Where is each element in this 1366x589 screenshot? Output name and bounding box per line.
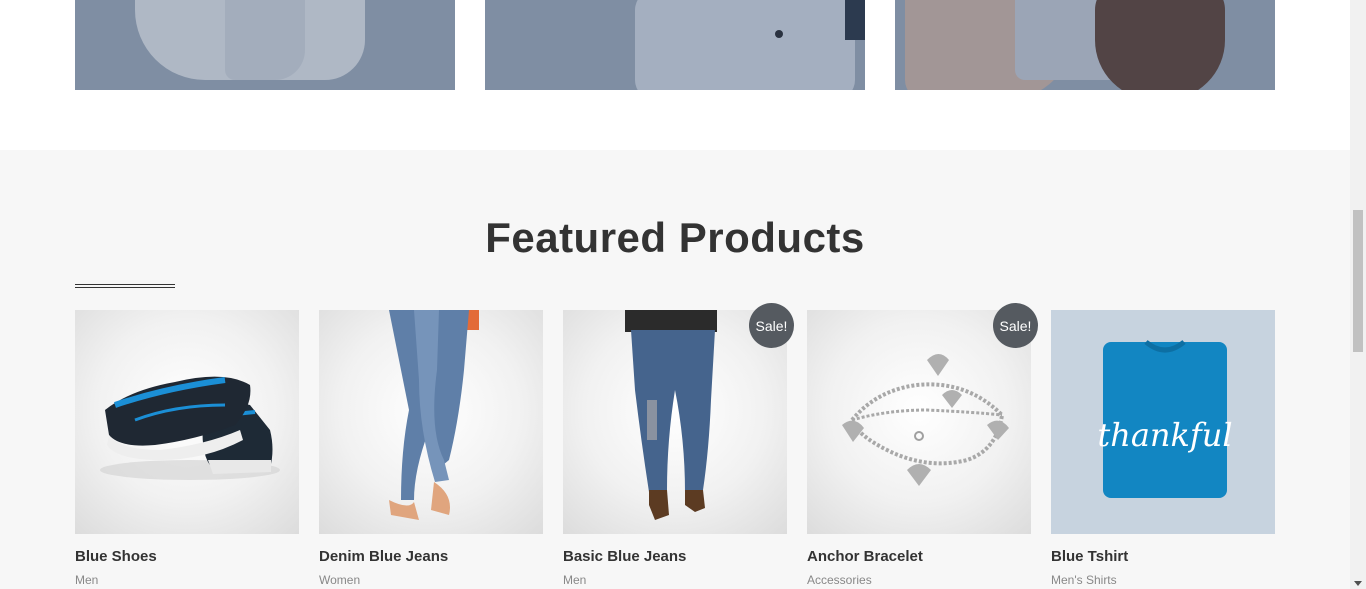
product-grid: Blue Shoes Men Denim Blue Jeans Women Sa… <box>75 303 1275 587</box>
product-card[interactable]: Sale! Basic Blue Jeans Men <box>563 303 794 587</box>
product-category[interactable]: Women <box>319 573 543 587</box>
product-name[interactable]: Blue Shoes <box>75 548 299 565</box>
banner-3-hair <box>1095 0 1225 90</box>
vertical-scrollbar[interactable] <box>1350 0 1366 589</box>
category-banner-1[interactable] <box>75 0 455 90</box>
product-card[interactable]: Blue Shoes Men <box>75 310 299 587</box>
banner-3-image <box>905 0 1075 90</box>
banner-1-fold <box>225 0 305 80</box>
tshirt-illustration: thankful <box>1097 340 1233 498</box>
scrollbar-thumb[interactable] <box>1353 210 1363 352</box>
product-category[interactable]: Accessories <box>807 573 1031 587</box>
section-title: Featured Products <box>485 214 865 261</box>
product-image-blue-tshirt[interactable]: thankful <box>1051 310 1275 534</box>
shoes-illustration <box>100 376 280 480</box>
product-category[interactable]: Men <box>75 573 299 587</box>
banner-2-jacket <box>845 0 865 40</box>
product-image-anchor-bracelet[interactable] <box>807 310 1031 534</box>
product-category[interactable]: Men's Shirts <box>1051 573 1275 587</box>
page: Featured Products Blue Shoes Men Denim B… <box>0 0 1366 589</box>
featured-products-section: Featured Products Blue Shoes Men Denim B… <box>0 150 1350 589</box>
product-image-denim-blue-jeans[interactable] <box>319 310 543 534</box>
banner-1-image <box>135 0 365 80</box>
banner-2-image <box>635 0 855 90</box>
category-banner-2[interactable] <box>485 0 865 90</box>
product-name[interactable]: Anchor Bracelet <box>807 548 1031 565</box>
jeans-illustration <box>389 310 479 520</box>
product-image-blue-shoes[interactable] <box>75 310 299 534</box>
product-category[interactable]: Men <box>563 573 787 587</box>
product-name[interactable]: Blue Tshirt <box>1051 548 1275 565</box>
product-name[interactable]: Basic Blue Jeans <box>563 548 787 565</box>
sale-badge: Sale! <box>993 303 1038 348</box>
tshirt-print: thankful <box>1097 416 1232 454</box>
banner-3-top <box>1015 0 1135 80</box>
category-banner-3[interactable] <box>895 0 1275 90</box>
title-divider <box>75 284 175 288</box>
product-image-basic-blue-jeans[interactable] <box>563 310 787 534</box>
banner-2-button-detail <box>775 30 783 38</box>
scroll-down-arrow-icon[interactable] <box>1354 581 1362 586</box>
bracelet-illustration <box>842 354 1009 486</box>
product-name[interactable]: Denim Blue Jeans <box>319 548 543 565</box>
product-card[interactable]: Sale! Anchor Bracelet Accessories <box>807 303 1038 587</box>
product-card[interactable]: Denim Blue Jeans Women <box>319 310 543 587</box>
product-card[interactable]: thankful Blue Tshirt Men's Shirts <box>1051 310 1275 587</box>
category-banners <box>75 0 1275 90</box>
sale-badge: Sale! <box>749 303 794 348</box>
basic-jeans-illustration <box>625 310 717 520</box>
